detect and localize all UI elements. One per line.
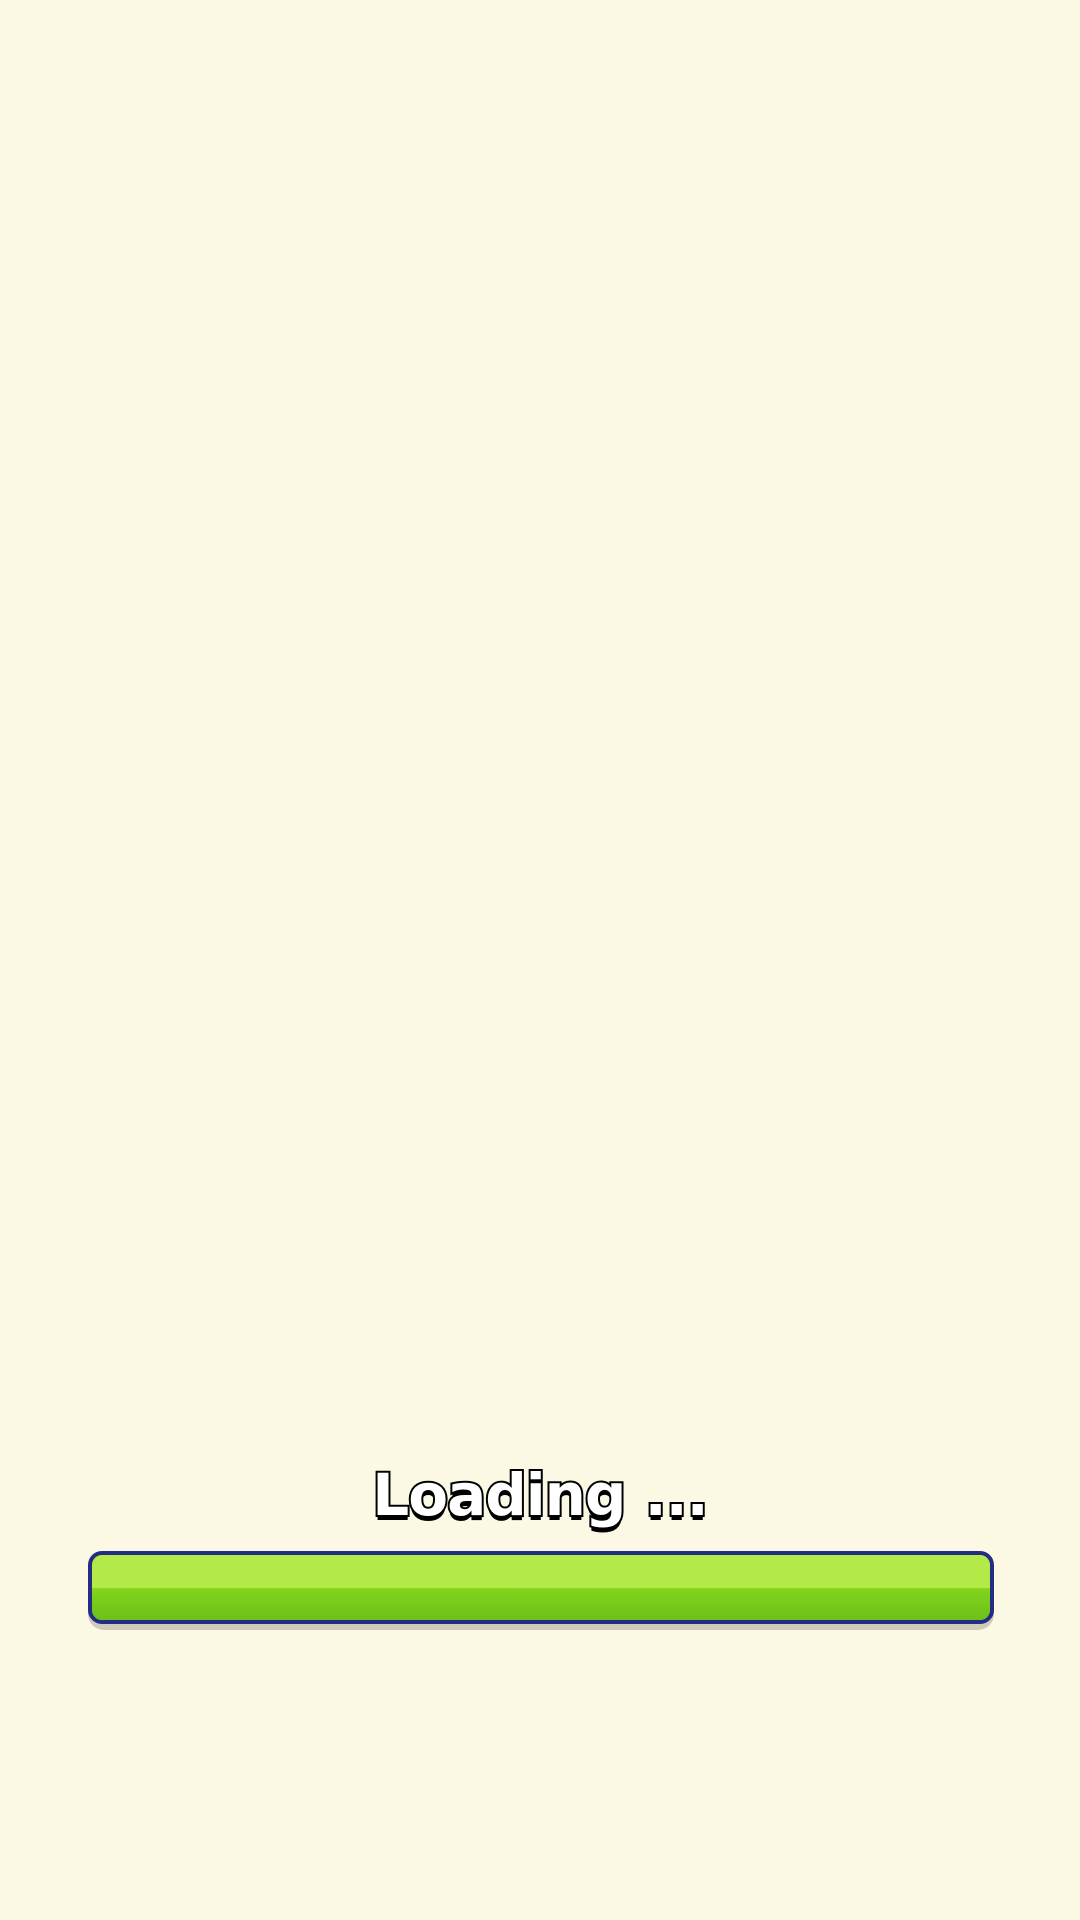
progress-bar-highlight [96, 1557, 984, 1587]
loading-screen: Loading ... [0, 0, 1080, 1920]
progress-bar [88, 1551, 994, 1624]
loading-label: Loading ... [370, 1459, 710, 1531]
progress-bar-fill [92, 1555, 990, 1620]
